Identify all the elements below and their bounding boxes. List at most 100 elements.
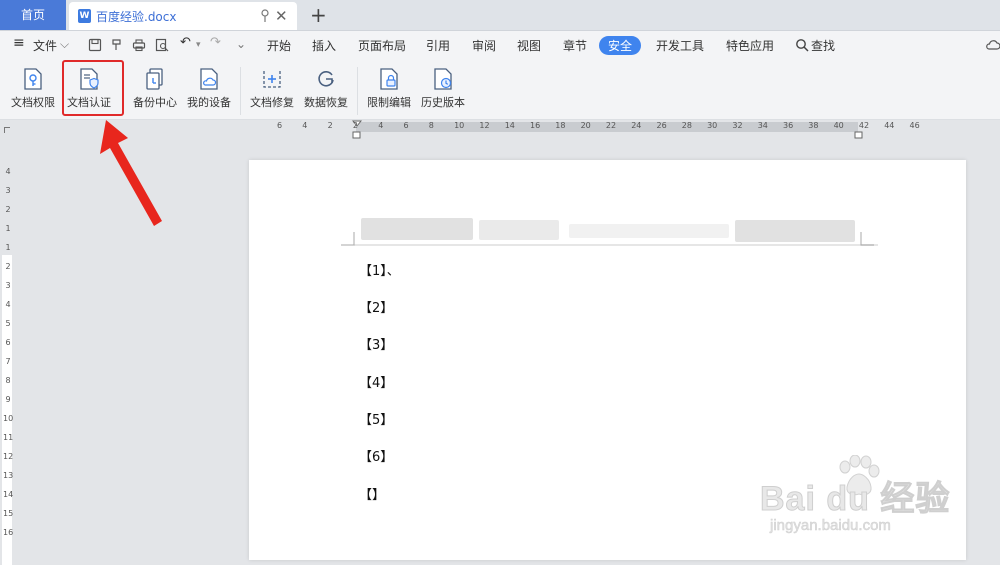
ruler-tick-label: 6	[5, 338, 11, 347]
new-tab-button[interactable]: +	[310, 3, 327, 27]
doc-line-3[interactable]: 【3】	[359, 334, 393, 353]
chevron-down-icon[interactable]: ⌵	[60, 37, 69, 52]
menu-page-layout[interactable]: 页面布局	[358, 37, 406, 54]
backup-center-button[interactable]: 备份中心	[127, 65, 183, 110]
ruler-tick-label: 6	[277, 121, 283, 130]
menu-bar: ≡ 文件 ⌵ ↶ ▾ ↷ ⌄ 开始 插入 页面布局 引用 审阅 视图 章节 安全…	[0, 31, 1000, 59]
doc-line-1[interactable]: 【1】、	[359, 260, 400, 279]
tab-home[interactable]: 首页	[0, 0, 66, 30]
ruler-tick-label: 3	[5, 186, 11, 195]
watermark-url: jingyan.baidu.com	[770, 517, 891, 535]
ruler-tick-label: 4	[5, 167, 11, 176]
header-corner-mark	[860, 232, 874, 246]
ruler-tick-label: 8	[428, 121, 434, 130]
data-recovery-icon	[318, 71, 334, 87]
menu-references[interactable]: 引用	[426, 37, 450, 54]
cloud-icon[interactable]	[986, 38, 1000, 52]
pin-icon[interactable]	[259, 9, 271, 23]
doc-repair-label: 文档修复	[250, 96, 294, 109]
ruler-tick-label: 12	[479, 121, 490, 130]
doc-permission-button[interactable]: 文档权限	[5, 65, 61, 110]
vertical-ruler[interactable]: 4 3 2 1 1 2 3 4 5 6 7 8 9 10 11 12 13 14 15 16	[0, 140, 14, 565]
ruler-tick-label: 22	[605, 121, 617, 130]
ruler-tick-label: 34	[757, 121, 768, 130]
menu-search[interactable]: 查找	[811, 37, 835, 54]
ruler-tick-label: 16	[3, 528, 14, 537]
menu-start[interactable]: 开始	[267, 37, 291, 54]
watermark-brand: Bai du 经验	[759, 480, 951, 519]
ruler-tick-label: 18	[555, 121, 566, 130]
ruler-tick-label: 42	[858, 121, 870, 130]
history-version-button[interactable]: 历史版本	[415, 65, 471, 110]
restrict-edit-icon	[380, 68, 398, 90]
menu-review[interactable]: 审阅	[472, 37, 496, 54]
ruler-tick-label: 2	[5, 205, 11, 214]
ruler-tick-label: 10	[454, 121, 465, 130]
ruler-tick-label: 3	[5, 281, 11, 290]
blurred-header-text	[361, 218, 473, 240]
ruler-tick-label: 8	[5, 376, 11, 385]
data-recovery-button[interactable]: 数据恢复	[298, 65, 354, 110]
blurred-header-text	[735, 220, 855, 242]
save-icon[interactable]	[88, 38, 102, 52]
menu-special-apps[interactable]: 特色应用	[726, 37, 774, 54]
header-corner-mark	[341, 232, 355, 246]
restrict-edit-label: 限制编辑	[367, 96, 411, 109]
ruler-tick-label: 2	[5, 262, 11, 271]
ruler-tick-label: 24	[631, 121, 642, 130]
ruler-tick-label: 38	[808, 121, 819, 130]
ruler-tick-label: 32	[732, 121, 743, 130]
undo-dropdown-icon[interactable]: ▾	[196, 40, 201, 50]
ruler-tick-label: 2	[352, 121, 358, 130]
format-painter-icon[interactable]	[110, 38, 124, 52]
my-devices-button[interactable]: 我的设备	[181, 65, 237, 110]
restrict-edit-button[interactable]: 限制编辑	[361, 65, 417, 110]
doc-line-4[interactable]: 【4】	[359, 372, 393, 391]
ruler-tick-label: 10	[3, 414, 14, 423]
redo-icon[interactable]: ↷	[210, 35, 221, 50]
data-recovery-label: 数据恢复	[304, 96, 348, 109]
ruler-tick-label: 36	[783, 121, 794, 130]
security-ribbon: 文档权限 文档认证 备份中心 我的设备 文档修复 数据恢复 限制编辑 历史版本	[0, 59, 1000, 120]
ruler-tick-label: 6	[403, 121, 409, 130]
hamburger-menu-icon[interactable]: ≡	[13, 35, 25, 51]
doc-line-2[interactable]: 【2】	[359, 297, 393, 316]
menu-file[interactable]: 文件	[33, 37, 57, 54]
ruler-tick-label: 11	[3, 433, 14, 442]
my-devices-icon	[200, 68, 218, 90]
ruler-tick-label: 2	[327, 121, 333, 130]
doc-line-6[interactable]: 【6】	[359, 446, 393, 465]
menu-chapter[interactable]: 章节	[563, 37, 587, 54]
blurred-header-text	[569, 224, 729, 238]
menu-security[interactable]: 安全	[599, 36, 642, 55]
ruler-tick-label: 44	[884, 121, 895, 130]
ruler-tick-label: 4	[378, 121, 384, 130]
doc-permission-icon	[24, 68, 42, 90]
menu-developer-tools[interactable]: 开发工具	[656, 37, 704, 54]
backup-center-icon	[146, 68, 163, 90]
search-icon[interactable]	[795, 38, 809, 52]
ruler-tick-label: 4	[302, 121, 308, 130]
tab-document[interactable]: W 百度经验.docx ✕	[69, 2, 297, 30]
ruler-tick-label: 40	[833, 121, 844, 130]
doc-permission-label: 文档权限	[11, 96, 55, 109]
doc-repair-button[interactable]: 文档修复	[244, 65, 300, 110]
undo-icon[interactable]: ↶	[180, 35, 191, 50]
ruler-tick-label: 14	[504, 121, 515, 130]
word-doc-icon: W	[78, 9, 91, 23]
backup-center-label: 备份中心	[133, 96, 177, 109]
print-icon[interactable]	[132, 38, 146, 52]
doc-line-5[interactable]: 【5】	[359, 409, 393, 428]
customize-toolbar-icon[interactable]: ⌄	[236, 37, 246, 51]
ruler-tick-label: 9	[5, 395, 11, 404]
close-tab-icon[interactable]: ✕	[275, 7, 288, 25]
horizontal-ruler[interactable]: 6 4 2 2 4 6 8 10 12 14 16 18 20 22 24 26 28 30 32 34 36 38 40 4…	[250, 120, 966, 139]
print-preview-icon[interactable]	[155, 38, 169, 52]
ruler-tick-label: 20	[580, 121, 591, 130]
menu-insert[interactable]: 插入	[312, 37, 336, 54]
annotation-arrow-icon	[100, 120, 162, 226]
doc-line-7[interactable]: 【】	[359, 484, 385, 503]
menu-view[interactable]: 视图	[517, 37, 541, 54]
ruler-tick-label: 26	[656, 121, 667, 130]
doc-repair-icon	[263, 71, 281, 88]
